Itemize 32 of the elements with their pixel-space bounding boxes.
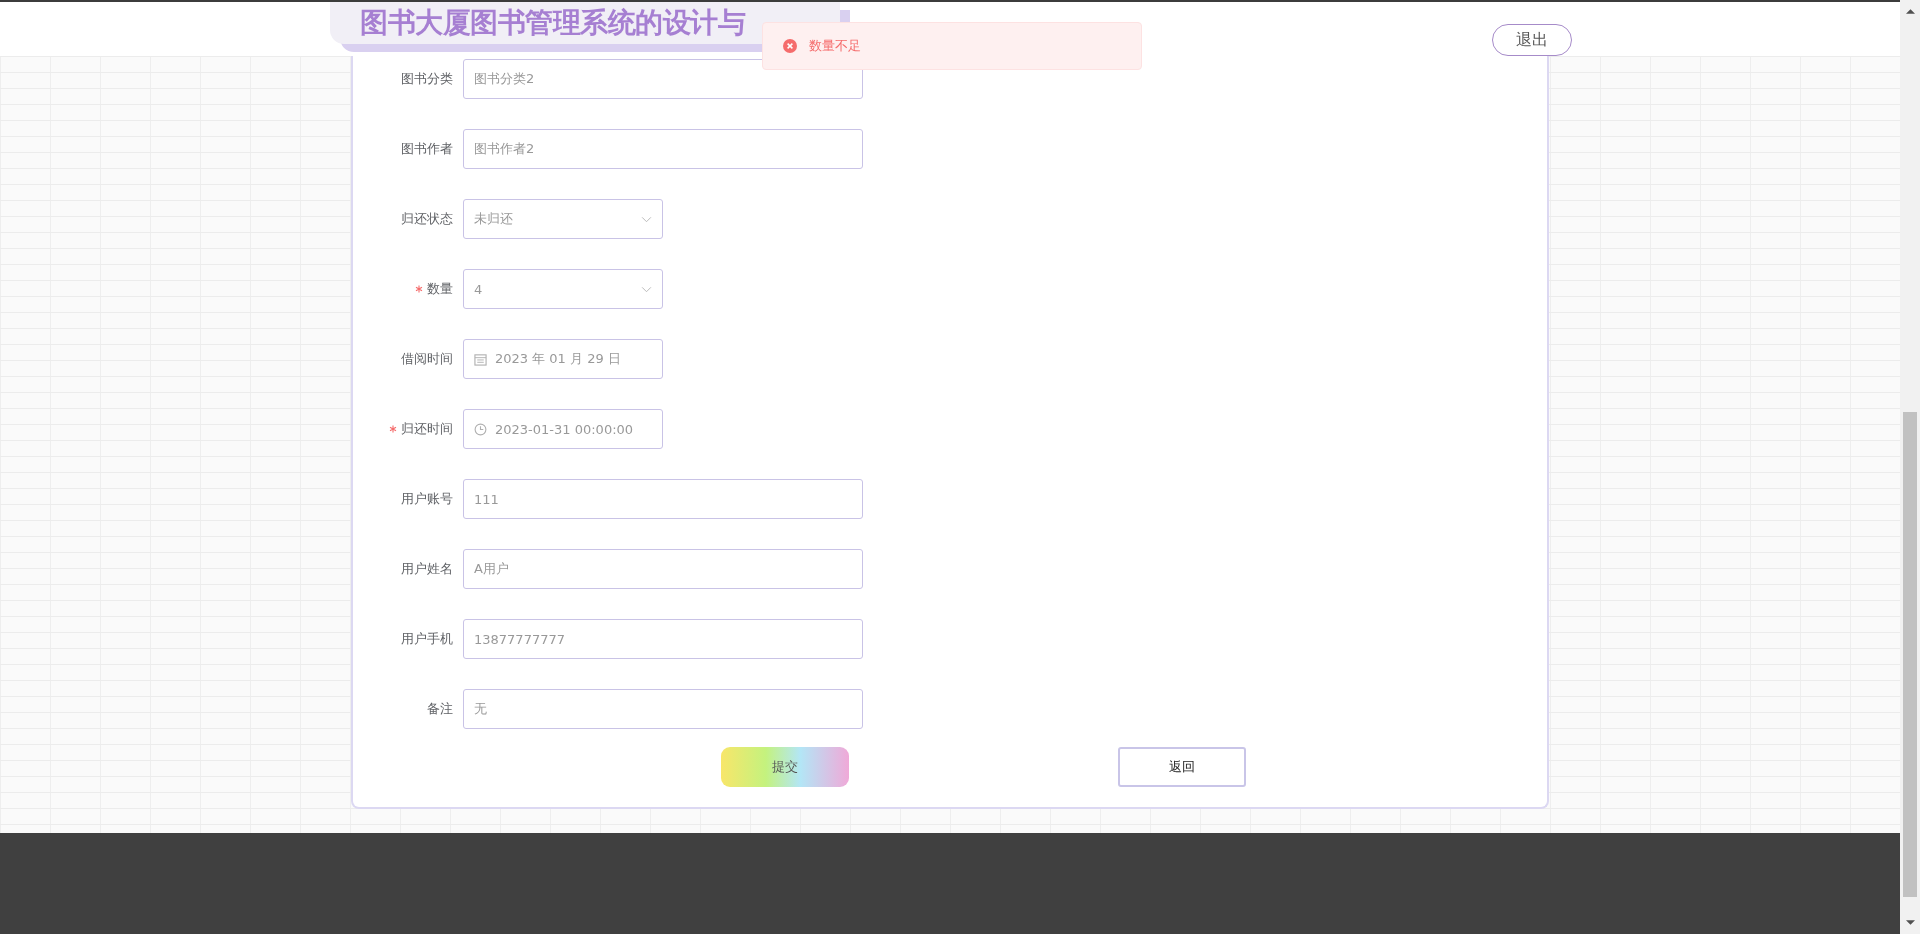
field-label: 归还状态	[401, 210, 453, 228]
calendar-icon	[474, 352, 487, 366]
chevron-down-icon	[641, 285, 652, 293]
input-field[interactable]: A用户	[463, 549, 863, 589]
scrollbar[interactable]	[1900, 0, 1920, 934]
scroll-up-icon[interactable]	[1905, 8, 1915, 15]
field-label: 借阅时间	[401, 350, 453, 368]
error-icon	[783, 39, 797, 53]
input-field[interactable]: 图书作者2	[463, 129, 863, 169]
time-field[interactable]: 2023-01-31 00:00:00	[463, 409, 663, 449]
submit-button[interactable]: 提交	[721, 747, 849, 787]
clock-icon	[474, 422, 487, 436]
input-field[interactable]: 无	[463, 689, 863, 729]
field-label: 用户手机	[401, 630, 453, 648]
scrollbar-thumb[interactable]	[1903, 412, 1917, 897]
field-label: 归还时间	[401, 420, 453, 438]
field-label: 图书分类	[401, 70, 453, 88]
field-label: 图书作者	[401, 140, 453, 158]
field-label: 备注	[427, 700, 453, 718]
input-field[interactable]: 图书分类2	[463, 59, 863, 99]
scroll-down-icon[interactable]	[1905, 919, 1915, 926]
field-label: 用户姓名	[401, 560, 453, 578]
field-label: 数量	[427, 280, 453, 298]
select-field[interactable]: 4	[463, 269, 663, 309]
back-button[interactable]: 返回	[1118, 747, 1246, 787]
logout-button[interactable]: 退出	[1492, 24, 1572, 56]
field-label: 用户账号	[401, 490, 453, 508]
input-field[interactable]: 13877777777	[463, 619, 863, 659]
chevron-down-icon	[641, 215, 652, 223]
select-field[interactable]: 未归还	[463, 199, 663, 239]
date-field[interactable]: 2023 年 01 月 29 日	[463, 339, 663, 379]
input-field[interactable]: 111	[463, 479, 863, 519]
